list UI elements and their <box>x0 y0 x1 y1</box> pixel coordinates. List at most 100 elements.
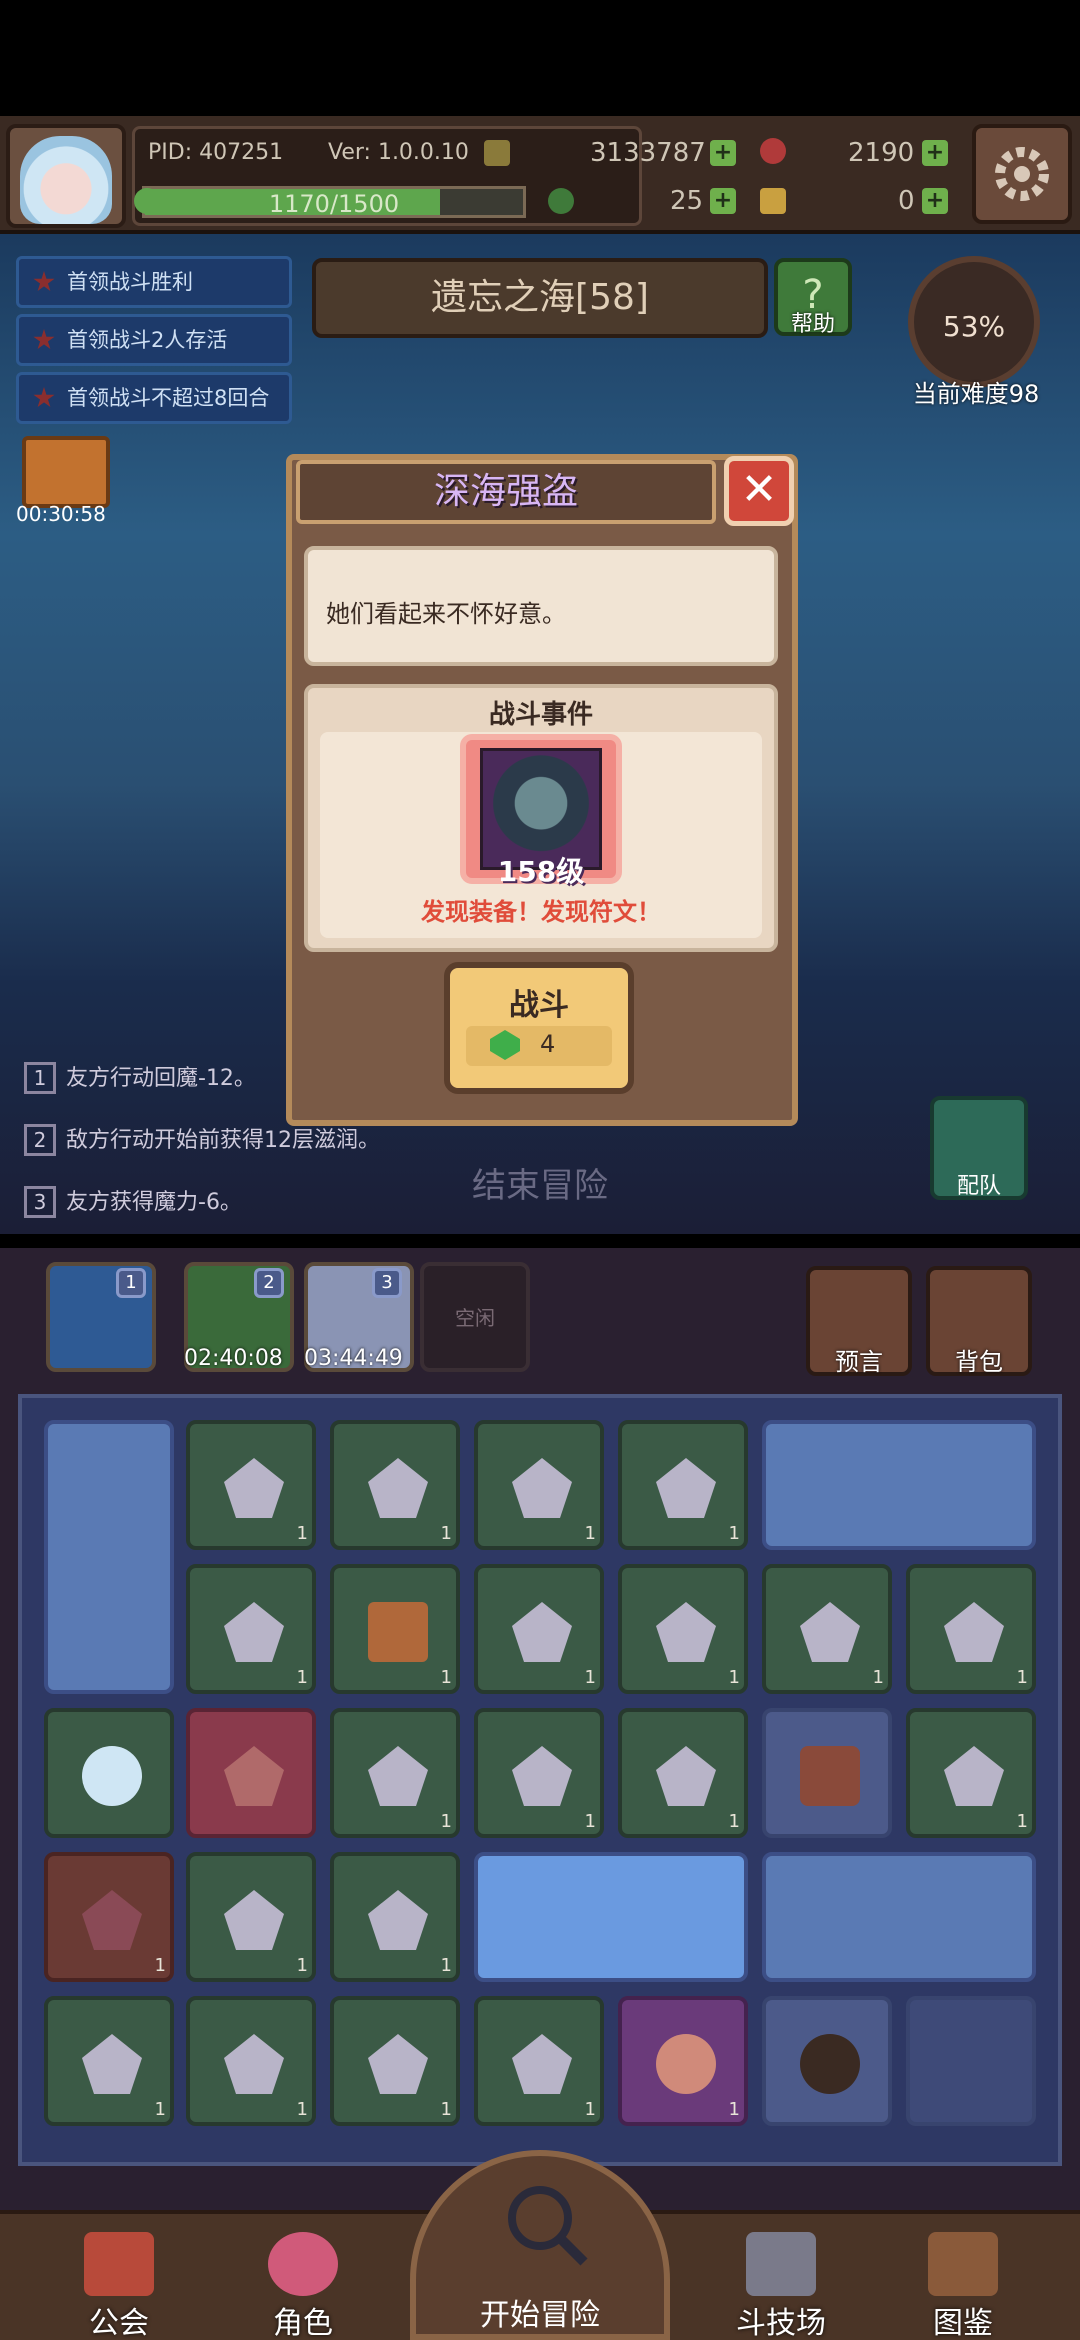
ore-tile[interactable]: 1 <box>330 1852 460 1982</box>
log-line: 3 友方获得魔力-6。 <box>24 1184 242 1218</box>
ore-tile[interactable]: 1 <box>474 1564 604 1694</box>
map-grid: 1 1 1 1 1 1 1 1 1 1 1 1 1 1 1 1 1 1 1 1 … <box>18 1394 1062 2166</box>
quest-item: 首领战斗胜利 <box>16 256 292 308</box>
star-icon <box>33 387 55 408</box>
gear-icon <box>995 147 1049 201</box>
hero-tile[interactable] <box>44 1708 174 1838</box>
nav-arena[interactable]: 斗技场 <box>706 2232 856 2340</box>
treasure-tile[interactable]: 1 <box>330 1564 460 1694</box>
player-avatar[interactable] <box>6 124 126 228</box>
ore-tile[interactable]: 1 <box>906 1564 1036 1694</box>
ore-tile[interactable]: 1 <box>618 1708 748 1838</box>
empty-tile[interactable] <box>906 1996 1036 2126</box>
close-button[interactable]: ✕ <box>724 456 794 526</box>
mountain-tile[interactable] <box>762 1852 1036 1982</box>
ore-tile[interactable]: 1 <box>474 1996 604 2126</box>
fish-tile[interactable] <box>186 1708 316 1838</box>
ore-icon <box>224 2034 284 2094</box>
help-label: 帮助 <box>790 312 835 337</box>
basket-icon <box>368 1602 428 1662</box>
prophecy-label: 预言 <box>835 1348 883 1376</box>
ore-tile[interactable]: 1 <box>186 1996 316 2126</box>
ore-tile[interactable]: 1 <box>906 1708 1036 1838</box>
clover-icon <box>548 188 574 214</box>
chest-icon <box>800 1746 860 1806</box>
settings-button[interactable] <box>972 124 1072 224</box>
slot-timer: 02:40:08 <box>184 1346 283 1371</box>
enemy-tile[interactable] <box>762 1996 892 2126</box>
chest-tile[interactable] <box>762 1708 892 1838</box>
add-clover-button[interactable]: + <box>710 188 736 214</box>
ore-tile[interactable]: 1 <box>186 1564 316 1694</box>
nav-codex[interactable]: 图鉴 <box>888 2232 1038 2340</box>
ore-icon <box>368 1746 428 1806</box>
guild-icon <box>84 2232 154 2296</box>
ore-tile[interactable]: 1 <box>474 1420 604 1550</box>
enemy-level: 158级 <box>497 855 585 888</box>
player-header: PID: 407251 Ver: 1.0.0.10 3133787 + 2190… <box>0 116 1080 234</box>
adventure-slot-4[interactable]: 空闲 <box>420 1262 530 1372</box>
pillar-tile[interactable] <box>44 1420 174 1694</box>
star-icon <box>33 329 55 350</box>
ore-tile[interactable]: 1 <box>330 1708 460 1838</box>
swords-icon <box>746 2232 816 2296</box>
fight-cost <box>466 1026 612 1066</box>
ninja-icon <box>800 2034 860 2094</box>
gift-timer: 00:30:58 <box>16 502 106 526</box>
ore-tile[interactable]: 1 <box>618 1564 748 1694</box>
dialog-title: 深海强盗 <box>296 460 716 524</box>
mountain-tile[interactable] <box>762 1420 1036 1550</box>
book-icon <box>928 2232 998 2296</box>
ore-icon <box>656 1746 716 1806</box>
ore-icon <box>800 1602 860 1662</box>
quest-item: 首领战斗不超过8回合 <box>16 372 292 424</box>
dialog-description: 她们看起来不怀好意。 <box>304 546 778 666</box>
nav-arena-label: 斗技场 <box>736 2306 826 2340</box>
gift-box-icon[interactable] <box>22 436 110 508</box>
ore-tile[interactable]: 1 <box>330 1996 460 2126</box>
ore-icon <box>512 1746 572 1806</box>
add-gem-button[interactable]: + <box>922 140 948 166</box>
ore-tile[interactable]: 1 <box>330 1420 460 1550</box>
discover-text: 发现装备！发现符文！ <box>421 898 661 926</box>
ore-tile[interactable]: 1 <box>186 1420 316 1550</box>
red-gem-icon <box>760 138 786 164</box>
ore-tile[interactable]: 1 <box>618 1420 748 1550</box>
ore-icon <box>82 1890 142 1950</box>
ore-icon <box>368 1458 428 1518</box>
nav-guild[interactable]: 公会 <box>44 2232 194 2340</box>
xp-text: 1170/1500 <box>268 190 400 218</box>
nav-character[interactable]: 角色 <box>228 2232 378 2340</box>
ore-tile[interactable]: 1 <box>44 1852 174 1982</box>
ore-tile[interactable]: 1 <box>474 1708 604 1838</box>
end-adventure-button[interactable]: 结束冒险 <box>420 1158 660 1207</box>
nav-codex-label: 图鉴 <box>933 2306 993 2340</box>
difficulty-percent: 53% <box>942 310 1006 343</box>
backpack-label: 背包 <box>955 1348 1003 1376</box>
add-gold-button[interactable]: + <box>710 140 736 166</box>
ore-icon <box>224 1602 284 1662</box>
magnifier-icon <box>508 2186 588 2266</box>
fight-label: 战斗 <box>509 988 569 1023</box>
ore-icon <box>512 1602 572 1662</box>
ore-tile[interactable]: 1 <box>762 1564 892 1694</box>
ore-icon <box>368 1890 428 1950</box>
nav-guild-label: 公会 <box>89 2306 149 2340</box>
ore-icon <box>224 1890 284 1950</box>
key-icon <box>760 188 786 214</box>
ore-tile[interactable]: 1 <box>186 1852 316 1982</box>
status-bar <box>0 0 1080 116</box>
ore-icon <box>656 1458 716 1518</box>
clover-value: 25 <box>670 186 704 216</box>
ore-tile[interactable]: 1 <box>44 1996 174 2126</box>
key-value: 0 <box>898 186 915 216</box>
slot-badge: 1 <box>116 1268 146 1298</box>
fight-cost-value: 4 <box>540 1030 556 1058</box>
add-key-button[interactable]: + <box>922 188 948 214</box>
nav-character-label: 角色 <box>273 2306 333 2340</box>
hero-icon <box>82 1746 142 1806</box>
meat-tile[interactable]: 1 <box>618 1996 748 2126</box>
pid-text: PID: 407251 <box>148 140 284 165</box>
current-position-tile[interactable] <box>474 1852 748 1982</box>
gem-value: 2190 <box>848 138 915 168</box>
